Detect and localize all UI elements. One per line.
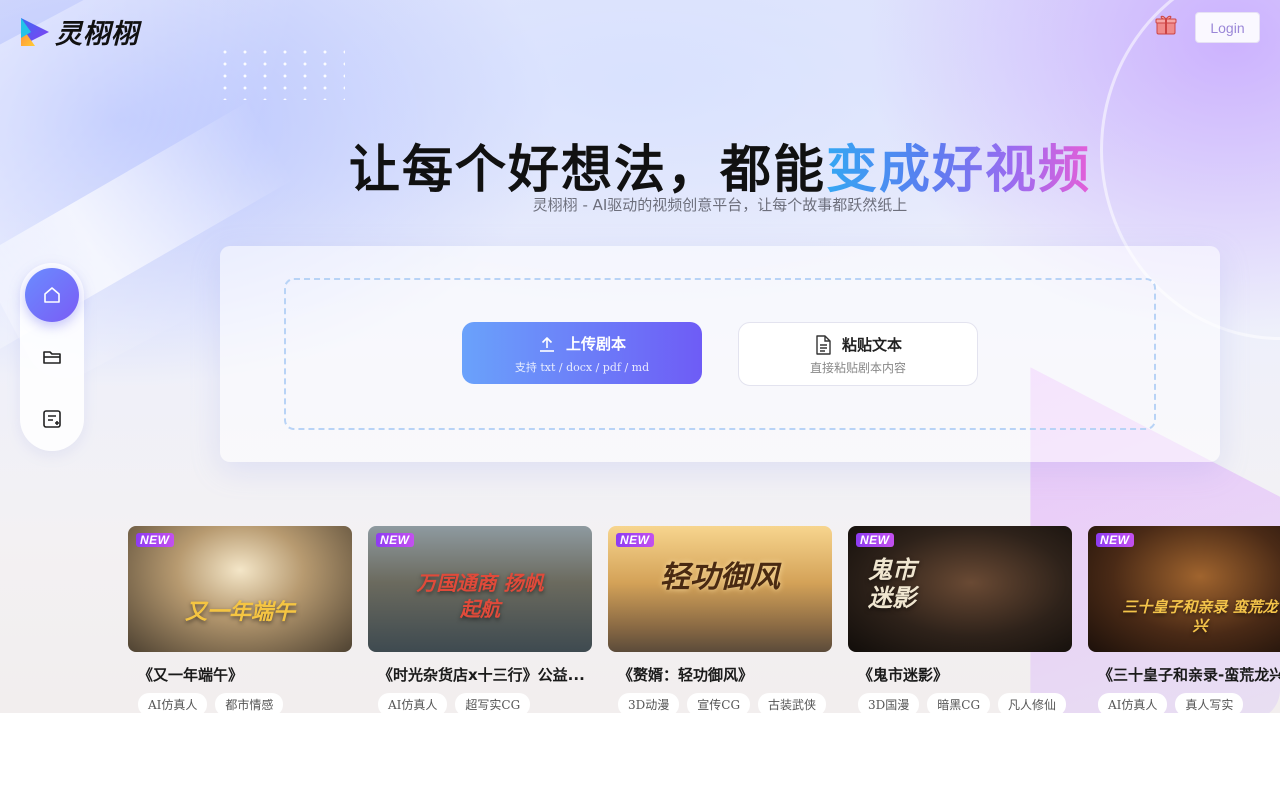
work-title: 《三十皇子和亲录-蛮荒龙兴》 [1098, 666, 1280, 684]
upload-script-button[interactable]: 上传剧本 支持 txt / docx / pdf / md [462, 322, 702, 384]
dropzone[interactable] [284, 278, 1156, 430]
work-title: 《又一年端午》 [138, 666, 244, 684]
page: 灵栩栩 Login 让每个好想法，都能变成好视频 灵栩栩 - AI驱动的视频创意… [0, 0, 1280, 713]
logo-text: 灵栩栩 [55, 19, 139, 50]
work-thumbnail[interactable]: NEW 轻功御风 [608, 526, 832, 652]
hero-title-highlight: 变成好视频 [826, 141, 1092, 200]
work-card[interactable]: NEW 鬼市迷影 《鬼市迷影》 3D国漫 暗黑CG 凡人修仙 [848, 526, 1072, 713]
work-title: 《时光杂货店x十三行》公益... [378, 666, 585, 684]
background-dot-grid [215, 46, 345, 100]
work-tag: AI仿真人 [378, 693, 448, 713]
work-thumbnail[interactable]: NEW 万国通商 扬帆起航 [368, 526, 592, 652]
upload-icon [539, 336, 554, 352]
work-thumbnail-caption: 又一年端午 [184, 599, 295, 625]
work-thumbnail[interactable]: NEW 鬼市迷影 [848, 526, 1072, 652]
work-tag: 3D动漫 [618, 693, 680, 713]
work-card[interactable]: NEW 万国通商 扬帆起航 《时光杂货店x十三行》公益... AI仿真人 超写实… [368, 526, 592, 713]
hero-subtitle: 灵栩栩 - AI驱动的视频创意平台，让每个故事都跃然纸上 [532, 196, 908, 214]
document-icon [816, 334, 831, 355]
paste-text-label: 粘贴文本 [841, 336, 902, 354]
hero-title-plain: 让每个好想法，都能 [348, 141, 826, 200]
upload-format-hint: 支持 txt / docx / pdf / md [514, 361, 650, 374]
work-thumbnail[interactable]: NEW 又一年端午 [128, 526, 352, 652]
new-badge: NEW [616, 533, 654, 547]
work-thumbnail-caption: 轻功御风 [660, 560, 780, 595]
home-icon [44, 287, 60, 303]
login-button[interactable]: Login [1195, 12, 1260, 43]
work-tag: 真人写实 [1175, 693, 1244, 713]
document-edit-icon [43, 410, 61, 428]
work-tag: 古装武侠 [758, 693, 827, 713]
upload-script-label: 上传剧本 [565, 335, 626, 353]
work-tag: 宣传CG [687, 693, 751, 713]
gift-icon[interactable] [1155, 14, 1177, 36]
work-title: 《赘婿：轻功御风》 [618, 666, 754, 684]
work-tag: AI仿真人 [1098, 693, 1168, 713]
paste-text-button[interactable]: 粘贴文本 直接粘贴剧本内容 [738, 322, 978, 386]
work-card[interactable]: NEW 又一年端午 《又一年端午》 AI仿真人 都市情感 [128, 526, 352, 713]
work-tag: 超写实CG [455, 693, 531, 713]
sidebar-item-home[interactable] [25, 268, 79, 322]
upload-card: 上传剧本 支持 txt / docx / pdf / md 粘贴文本 直接粘贴剧… [220, 246, 1220, 462]
work-thumbnail-caption: 三十皇子和亲录 蛮荒龙兴 [1122, 598, 1278, 635]
new-badge: NEW [1096, 533, 1134, 547]
work-tag: AI仿真人 [138, 693, 208, 713]
work-tag: 凡人修仙 [998, 693, 1067, 713]
sidebar [20, 263, 84, 451]
new-badge: NEW [136, 533, 174, 547]
new-badge: NEW [856, 533, 894, 547]
logo-mark-icon [21, 17, 49, 46]
work-tag: 都市情感 [215, 693, 284, 713]
work-card[interactable]: NEW 三十皇子和亲录 蛮荒龙兴 《三十皇子和亲录-蛮荒龙兴》 AI仿真人 真人… [1088, 526, 1280, 713]
sidebar-item-projects[interactable] [25, 330, 79, 384]
paste-text-hint: 直接粘贴剧本内容 [809, 361, 906, 375]
sidebar-item-script[interactable] [25, 392, 79, 446]
hero-title: 让每个好想法，都能变成好视频 [0, 128, 1280, 202]
new-badge: NEW [376, 533, 414, 547]
logo[interactable]: 灵栩栩 [19, 12, 139, 51]
work-thumbnail[interactable]: NEW 三十皇子和亲录 蛮荒龙兴 [1088, 526, 1280, 652]
work-tag: 3D国漫 [858, 693, 920, 713]
work-card[interactable]: NEW 轻功御风 《赘婿：轻功御风》 3D动漫 宣传CG 古装武侠 [608, 526, 832, 713]
work-thumbnail-caption: 鬼市迷影 [868, 555, 916, 612]
folder-icon [43, 351, 61, 364]
work-title: 《鬼市迷影》 [858, 666, 949, 684]
work-tag: 暗黑CG [927, 693, 991, 713]
work-thumbnail-caption: 万国通商 扬帆起航 [416, 571, 544, 621]
works-gallery: NEW 又一年端午 《又一年端午》 AI仿真人 都市情感 NEW 万国通商 扬帆… [128, 526, 1280, 713]
